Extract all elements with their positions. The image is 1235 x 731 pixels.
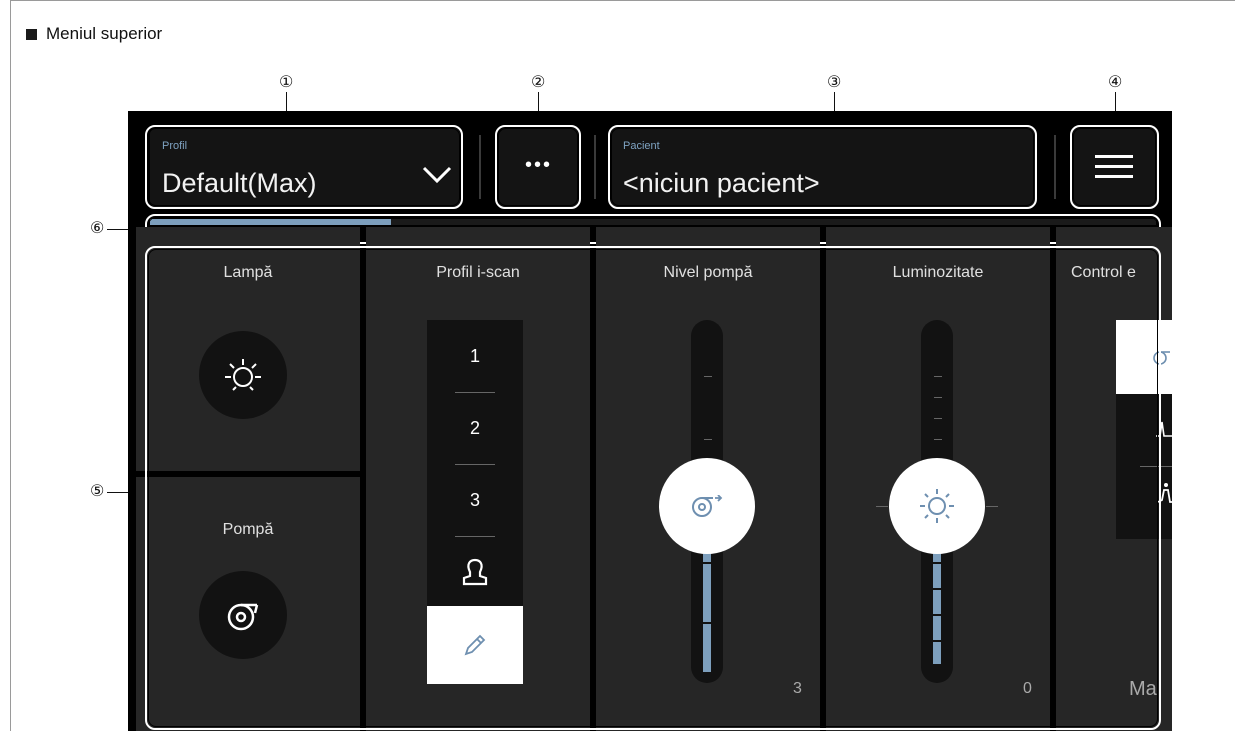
callout-3: ③ [827,74,842,91]
callout-1: ① [279,74,294,91]
caption-text: Meniul superior [46,24,163,43]
callout-6: ⑥ [90,220,105,237]
highlight-1 [145,125,463,209]
divider [479,135,481,199]
highlight-3 [608,125,1037,209]
device-screen: Profil Default(Max) ••• Pacient <niciun … [128,111,1172,731]
highlight-5 [145,246,1161,730]
callout-2: ② [531,74,546,91]
caption-bullet [26,28,37,40]
figure-caption: Meniul superior [26,24,162,44]
highlight-4 [1070,125,1159,209]
highlight-2 [495,125,581,209]
divider [594,135,596,199]
divider [1054,135,1056,199]
callout-4: ④ [1108,74,1123,91]
callout-5: ⑤ [90,483,105,500]
